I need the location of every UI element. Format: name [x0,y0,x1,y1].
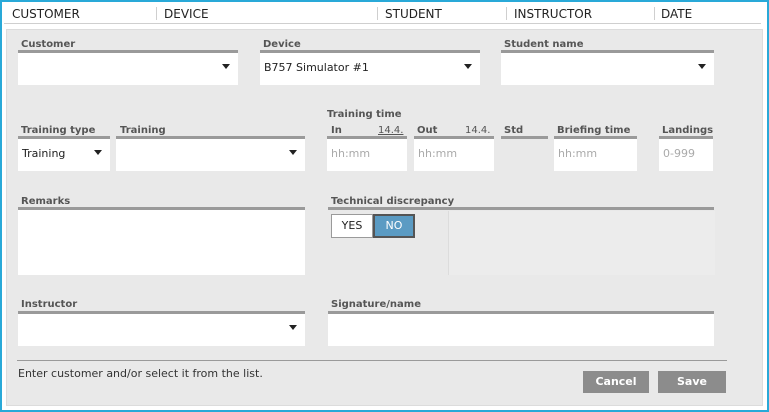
in-time-placeholder: hh:mm [331,147,371,160]
signature-label: Signature/name [331,299,421,310]
column-device[interactable]: DEVICE [164,7,209,21]
training-type-select[interactable]: Training [18,136,110,171]
form-hint-text: Enter customer and/or select it from the… [18,367,263,380]
in-date-link[interactable]: 14.4. [378,125,403,136]
remarks-textarea[interactable] [18,207,305,275]
out-time-placeholder: hh:mm [418,147,458,160]
std-field [501,136,548,171]
landings-placeholder: 0-999 [663,147,695,160]
chevron-down-icon [698,64,706,69]
column-student[interactable]: STUDENT [385,7,442,21]
device-select[interactable]: B757 Simulator #1 [260,50,480,85]
chevron-down-icon [222,64,230,69]
out-time-input[interactable]: hh:mm [414,136,494,171]
training-time-label: Training time [327,109,402,120]
std-label: Std [504,125,524,136]
discrepancy-yes-toggle[interactable]: YES [331,214,373,238]
column-separator [506,7,507,20]
cancel-button[interactable]: Cancel [583,371,649,393]
device-label: Device [263,39,301,50]
out-date: 14.4. [465,125,491,136]
out-label: Out [417,125,438,136]
signature-input[interactable] [328,311,714,346]
technical-discrepancy-rule [328,207,714,210]
training-type-value: Training [22,147,66,160]
briefing-time-input[interactable]: hh:mm [554,136,637,171]
discrepancy-no-toggle[interactable]: NO [373,214,415,238]
chevron-down-icon [289,150,297,155]
training-type-label: Training type [21,125,96,136]
student-name-label: Student name [504,39,584,50]
briefing-time-placeholder: hh:mm [558,147,598,160]
column-separator [156,7,157,20]
landings-input[interactable]: 0-999 [659,136,713,171]
column-header-bar: CUSTOMER DEVICE STUDENT INSTRUCTOR DATE [4,3,761,24]
footer-divider [17,360,727,361]
in-label: In [331,125,342,136]
remarks-label: Remarks [21,196,71,207]
column-customer[interactable]: CUSTOMER [12,7,80,21]
training-label: Training [120,125,166,136]
column-instructor[interactable]: INSTRUCTOR [514,7,592,21]
instructor-label: Instructor [21,299,78,310]
chevron-down-icon [289,325,297,330]
technical-discrepancy-label: Technical discrepancy [331,196,455,207]
customer-select[interactable] [18,50,238,85]
column-separator [654,7,655,20]
chevron-down-icon [94,150,102,155]
entry-form-panel: Customer Device B757 Simulator #1 Studen… [6,29,763,406]
column-separator [377,7,378,20]
in-time-input[interactable]: hh:mm [327,136,407,171]
discrepancy-details-area [448,211,715,275]
training-select[interactable] [116,136,305,171]
instructor-select[interactable] [18,311,305,346]
customer-label: Customer [21,39,76,50]
save-button[interactable]: Save [658,371,726,393]
column-date[interactable]: DATE [661,7,692,21]
chevron-down-icon [464,64,472,69]
landings-label: Landings [662,125,714,136]
student-name-select[interactable] [501,50,714,85]
briefing-time-label: Briefing time [557,125,631,136]
device-value: B757 Simulator #1 [264,61,369,74]
